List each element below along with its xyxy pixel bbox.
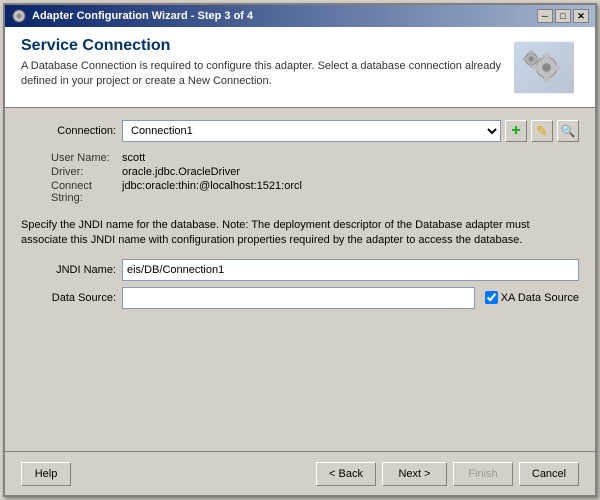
xa-datasource-checkbox[interactable]: [485, 291, 498, 304]
connection-label: Connection:: [21, 125, 116, 137]
xa-datasource-row: XA Data Source: [485, 291, 579, 304]
connection-controls: Connection1 + ✎ 🔍: [122, 120, 579, 142]
jndi-description: Specify the JNDI name for the database. …: [21, 218, 579, 249]
header-section: Service Connection A Database Connection…: [5, 27, 595, 108]
page-title: Service Connection: [21, 37, 509, 55]
search-connection-button[interactable]: 🔍: [557, 120, 579, 142]
datasource-input[interactable]: [122, 287, 475, 309]
content-area: Service Connection A Database Connection…: [5, 27, 595, 495]
connect-string-label: Connect String:: [21, 180, 116, 204]
footer-right: < Back Next > Finish Cancel: [316, 462, 579, 486]
cancel-button[interactable]: Cancel: [519, 462, 579, 486]
main-content: Connection: Connection1 + ✎ 🔍 User Name:…: [5, 108, 595, 451]
maximize-button[interactable]: □: [555, 9, 571, 23]
back-button[interactable]: < Back: [316, 462, 376, 486]
jndi-label: JNDI Name:: [21, 264, 116, 276]
connect-string-value: jdbc:oracle:thin:@localhost:1521:orcl: [122, 180, 579, 204]
edit-connection-button[interactable]: ✎: [531, 120, 553, 142]
header-description: A Database Connection is required to con…: [21, 59, 509, 90]
username-label: User Name:: [21, 152, 116, 164]
title-bar: Adapter Configuration Wizard - Step 3 of…: [5, 5, 595, 27]
minimize-button[interactable]: ─: [537, 9, 553, 23]
username-value: scott: [122, 152, 579, 164]
footer: Help < Back Next > Finish Cancel: [5, 451, 595, 495]
connection-select-wrapper: Connection1: [122, 120, 501, 142]
driver-value: oracle.jdbc.OracleDriver: [122, 166, 579, 178]
header-text: Service Connection A Database Connection…: [21, 37, 509, 90]
next-button[interactable]: Next >: [382, 462, 447, 486]
xa-datasource-label: XA Data Source: [501, 292, 579, 304]
jndi-row: JNDI Name:: [21, 259, 579, 281]
datasource-row: Data Source: XA Data Source: [21, 287, 579, 309]
header-icon-area: [509, 37, 579, 97]
gear-icon: [514, 40, 574, 95]
connection-row: Connection: Connection1 + ✎ 🔍: [21, 120, 579, 142]
connection-info: User Name: scott Driver: oracle.jdbc.Ora…: [21, 148, 579, 208]
add-connection-button[interactable]: +: [505, 120, 527, 142]
jndi-input[interactable]: [122, 259, 579, 281]
close-button[interactable]: ✕: [573, 9, 589, 23]
driver-label: Driver:: [21, 166, 116, 178]
wizard-window: Adapter Configuration Wizard - Step 3 of…: [3, 3, 597, 497]
window-icon: [11, 8, 27, 24]
footer-left: Help: [21, 462, 71, 486]
window-title: Adapter Configuration Wizard - Step 3 of…: [32, 10, 253, 22]
finish-button[interactable]: Finish: [453, 462, 513, 486]
datasource-label: Data Source:: [21, 292, 116, 304]
window-controls: ─ □ ✕: [537, 9, 589, 23]
help-button[interactable]: Help: [21, 462, 71, 486]
connection-select[interactable]: Connection1: [122, 120, 501, 142]
